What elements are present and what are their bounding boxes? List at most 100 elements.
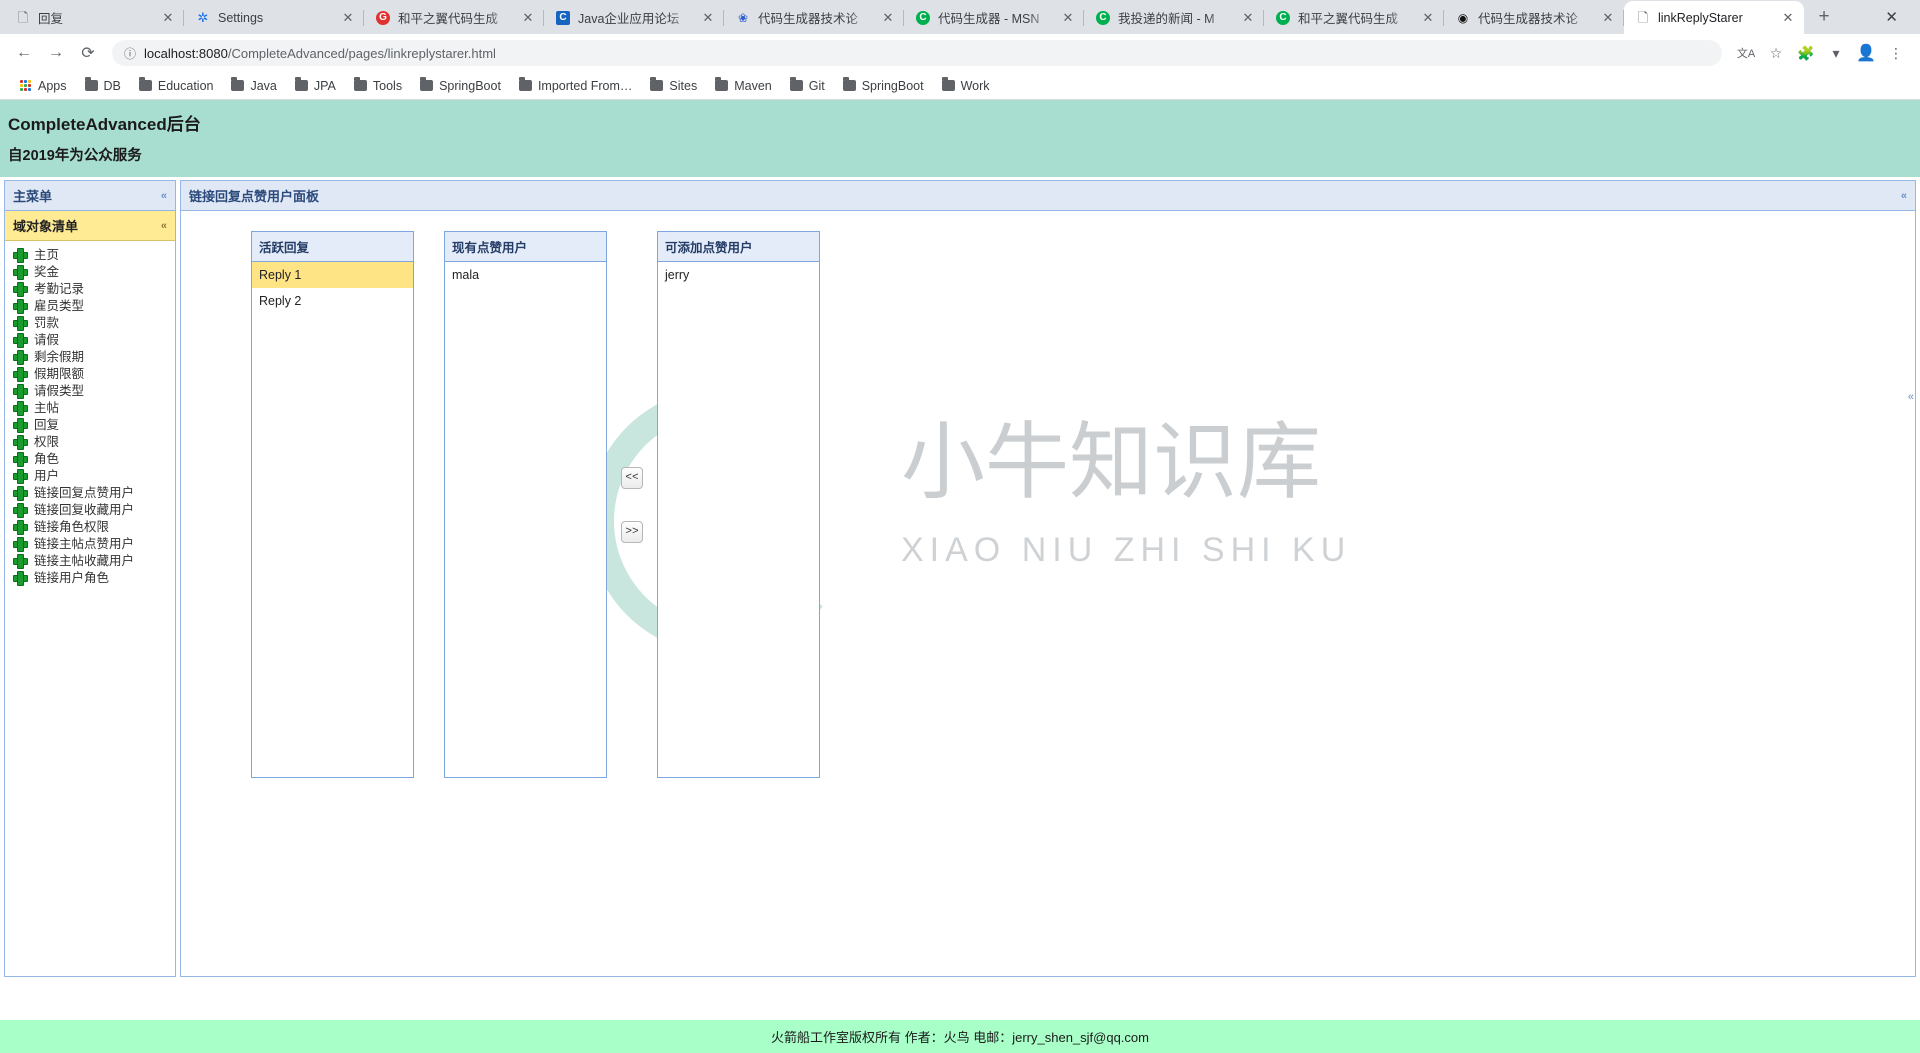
sidebar-item-attendance[interactable]: 考勤记录 [5, 280, 175, 297]
sidebar-item-label: 链接主帖点赞用户 [34, 536, 135, 551]
sidebar-item-user[interactable]: 用户 [5, 467, 175, 484]
bookmark-item-education[interactable]: Education [131, 76, 222, 96]
list-item[interactable]: jerry [658, 262, 819, 288]
tab-close-icon[interactable]: ✕ [340, 10, 356, 26]
sidebar-item-fine[interactable]: 罚款 [5, 314, 175, 331]
move-left-button[interactable]: << [621, 466, 643, 489]
bookmark-label: SpringBoot [439, 78, 501, 93]
body-area: 主菜单 « 域对象清单 « 主页 奖金 考勤记录 雇员类型 罚款 请假 剩余假期… [0, 177, 1920, 1020]
bookmark-item-work[interactable]: Work [934, 76, 998, 96]
browser-tab-7[interactable]: C 和平之翼代码生成 ✕ [1264, 1, 1444, 34]
browser-tab-9-active[interactable]: 🗋 linkReplyStarer ✕ [1624, 1, 1804, 34]
sidebar-item-leave-type[interactable]: 请假类型 [5, 382, 175, 399]
list-item[interactable]: Reply 2 [252, 288, 413, 314]
folder-icon [420, 77, 434, 91]
bookmark-item-sites[interactable]: Sites [642, 76, 705, 96]
bookmark-item-db[interactable]: DB [77, 76, 129, 96]
bookmark-item-springboot-2[interactable]: SpringBoot [835, 76, 932, 96]
bookmark-star-icon[interactable]: ☆ [1762, 39, 1790, 67]
browser-menu-icon[interactable]: ⋮ [1882, 39, 1910, 67]
sidebar-item-label: 角色 [34, 451, 60, 466]
new-tab-button[interactable]: + [1810, 3, 1838, 31]
plus-icon [13, 469, 28, 484]
sidebar-item-role[interactable]: 角色 [5, 450, 175, 467]
sidebar-item-topic[interactable]: 主帖 [5, 399, 175, 416]
sidebar-item-leave[interactable]: 请假 [5, 331, 175, 348]
browser-tab-2[interactable]: G 和平之翼代码生成 ✕ [364, 1, 544, 34]
sidebar-item-link-reply-star-user[interactable]: 链接回复点赞用户 [5, 484, 175, 501]
plus-icon [13, 571, 28, 586]
reload-icon[interactable]: ⟳ [74, 39, 102, 67]
sidebar-item-remaining-leave[interactable]: 剩余假期 [5, 348, 175, 365]
sidebar-item-label: 链接回复点赞用户 [34, 485, 135, 500]
main-panel-header: 链接回复点赞用户面板 « [181, 181, 1915, 211]
profile-avatar-icon[interactable]: 👤 [1852, 39, 1880, 67]
bookmark-item-tools[interactable]: Tools [346, 76, 410, 96]
browser-tab-8[interactable]: ◉ 代码生成器技术论 ✕ [1444, 1, 1624, 34]
sidebar-item-link-user-role[interactable]: 链接用户角色 [5, 569, 175, 586]
forward-icon[interactable]: → [42, 39, 70, 67]
sidebar-item-link-role-permission[interactable]: 链接角色权限 [5, 518, 175, 535]
list-item[interactable]: Reply 1 [252, 262, 413, 288]
plus-icon [13, 384, 28, 399]
bookmark-item-maven[interactable]: Maven [707, 76, 780, 96]
bookmark-item-jpa[interactable]: JPA [287, 76, 344, 96]
sidebar-group-label: 域对象清单 [13, 219, 79, 234]
sidebar-item-label: 链接主帖收藏用户 [34, 553, 135, 568]
sidebar-item-label: 假期限额 [34, 366, 85, 381]
tab-title: 代码生成器技术论 [1478, 12, 1579, 26]
tab-close-icon[interactable]: ✕ [160, 10, 176, 26]
sidebar-item-link-topic-star-user[interactable]: 链接主帖点赞用户 [5, 535, 175, 552]
extension-icon[interactable]: 🧩 [1792, 39, 1820, 67]
sidebar-item-link-reply-fav-user[interactable]: 链接回复收藏用户 [5, 501, 175, 518]
sidebar-item-leave-quota[interactable]: 假期限额 [5, 365, 175, 382]
browser-tab-6[interactable]: C 我投递的新闻 - M ✕ [1084, 1, 1264, 34]
sidebar-header[interactable]: 主菜单 « [5, 181, 175, 211]
move-right-button[interactable]: >> [621, 520, 643, 543]
csdn-icon: C [1095, 10, 1111, 26]
chevron-collapse-icon[interactable]: « [161, 220, 167, 232]
bookmark-item-springboot[interactable]: SpringBoot [412, 76, 509, 96]
browser-tab-4[interactable]: ❀ 代码生成器技术论 ✕ [724, 1, 904, 34]
tab-close-icon[interactable]: ✕ [520, 10, 536, 26]
tab-title: 我投递的新闻 - M [1118, 12, 1215, 26]
bookmark-item-imported-from[interactable]: Imported From… [511, 76, 640, 96]
bookmark-label: Maven [734, 78, 772, 93]
browser-tab-5[interactable]: C 代码生成器 - MSN ✕ [904, 1, 1084, 34]
browser-tab-0[interactable]: 🗋 回复 ✕ [4, 1, 184, 34]
sidebar-item-link-topic-fav-user[interactable]: 链接主帖收藏用户 [5, 552, 175, 569]
plus-icon [13, 418, 28, 433]
chevron-collapse-icon[interactable]: « [1901, 190, 1907, 202]
translate-icon[interactable]: 文A [1732, 39, 1760, 67]
browser-tab-3[interactable]: C Java企业应用论坛 ✕ [544, 1, 724, 34]
tab-close-icon[interactable]: ✕ [1780, 10, 1796, 26]
browser-tab-1[interactable]: ✲ Settings ✕ [184, 1, 364, 34]
list-item[interactable]: mala [445, 262, 606, 288]
sidebar-item-bonus[interactable]: 奖金 [5, 263, 175, 280]
window-close-icon[interactable]: ✕ [1875, 8, 1908, 26]
tab-close-icon[interactable]: ✕ [1420, 10, 1436, 26]
sidebar-item-home[interactable]: 主页 [5, 246, 175, 263]
site-info-icon[interactable]: ⓘ [124, 45, 136, 62]
bookmark-label: Imported From… [537, 78, 633, 93]
tab-close-icon[interactable]: ✕ [1600, 10, 1616, 26]
tab-close-icon[interactable]: ✕ [1060, 10, 1076, 26]
sidebar-item-permission[interactable]: 权限 [5, 433, 175, 450]
chevron-down-icon[interactable]: ▾ [1822, 39, 1850, 67]
sidebar-item-employee-type[interactable]: 雇员类型 [5, 297, 175, 314]
tab-close-icon[interactable]: ✕ [700, 10, 716, 26]
address-bar[interactable]: ⓘ localhost:8080/CompleteAdvanced/pages/… [112, 40, 1722, 66]
tab-close-icon[interactable]: ✕ [880, 10, 896, 26]
tab-close-icon[interactable]: ✕ [1240, 10, 1256, 26]
back-icon[interactable]: ← [10, 39, 38, 67]
gear-icon: ✲ [197, 10, 209, 25]
sidebar-item-reply[interactable]: 回复 [5, 416, 175, 433]
sidebar-group-domain-objects[interactable]: 域对象清单 « [5, 211, 175, 241]
bookmark-item-java[interactable]: Java [223, 76, 284, 96]
bookmark-apps[interactable]: Apps [12, 76, 75, 96]
sidebar-item-label: 用户 [34, 468, 60, 483]
chevron-collapse-icon[interactable]: « [161, 190, 167, 202]
sidebar-item-label: 考勤记录 [34, 281, 85, 296]
bookmark-item-git[interactable]: Git [782, 76, 833, 96]
page-title: CompleteAdvanced后台 [8, 115, 201, 134]
